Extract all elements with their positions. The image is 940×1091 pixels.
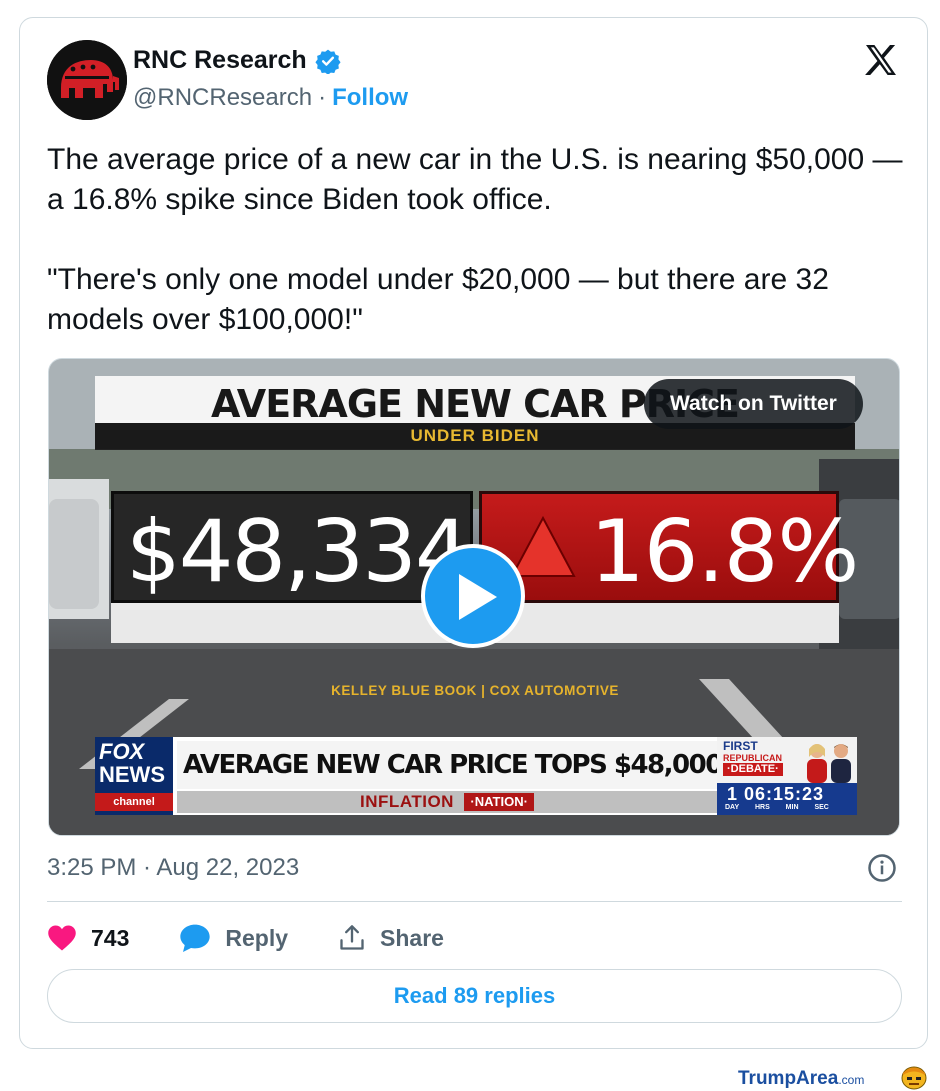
debate-line2: REPUBLICAN (723, 753, 783, 763)
author-row: RNC Research (133, 46, 341, 75)
reply-bubble-icon (180, 924, 211, 952)
reply-label: Reply (225, 924, 289, 951)
tweet-timestamp[interactable]: 3:25 PM · Aug 22, 2023 (47, 854, 299, 882)
fox-logo-line1: FOX (99, 739, 145, 764)
fox-logo-line3: channel (95, 793, 173, 811)
chyron-tag: INFLATION (360, 792, 454, 811)
site-watermark: TrumpArea.com (738, 1068, 864, 1090)
read-replies-button[interactable]: Read 89 replies (47, 969, 902, 1023)
news-chyron: FOX NEWS channel AVERAGE NEW CAR PRICE T… (95, 737, 857, 815)
video-source: KELLEY BLUE BOOK | COX AUTOMOTIVE (331, 683, 619, 698)
play-icon (459, 574, 497, 620)
fox-logo-line2: NEWS (99, 762, 165, 787)
verified-badge-icon (315, 49, 341, 74)
watermark-brand: TrumpArea (738, 1068, 839, 1089)
share-label: Share (380, 924, 444, 951)
heart-icon (48, 925, 76, 951)
countdown-units: DAY HRS MIN SEC (725, 804, 829, 811)
share-button[interactable]: Share (338, 924, 444, 952)
video-subtitle: UNDER BIDEN (410, 426, 540, 445)
watermark-face-icon (901, 1066, 927, 1090)
author-name[interactable]: RNC Research (133, 46, 307, 75)
tweet-paragraph: "There's only one model under $20,000 — … (47, 263, 829, 336)
fox-news-logo: FOX NEWS channel (95, 737, 173, 815)
like-count: 743 (91, 924, 130, 951)
video-player[interactable]: AVERAGE NEW CAR PRICE UNDER BIDEN $48,33… (48, 358, 900, 836)
handle-row: @RNCResearch · Follow (133, 84, 408, 112)
like-button[interactable]: 743 (47, 924, 129, 952)
debate-countdown: FIRST REPUBLICAN ·DEBATE· 1 06:15:23 DAY… (717, 737, 857, 815)
elephant-logo-icon (47, 40, 127, 120)
watch-on-twitter-button[interactable]: Watch on Twitter (644, 379, 863, 429)
up-triangle-icon (510, 516, 576, 577)
countdown-value: 1 06:15:23 (727, 784, 825, 804)
reply-button[interactable]: Reply (179, 923, 288, 953)
x-logo-icon[interactable] (863, 42, 899, 78)
anchors-image (807, 744, 851, 783)
tweet-card: RNC Research @RNCResearch · Follow The a… (19, 17, 928, 1049)
play-button[interactable] (421, 544, 525, 648)
timestamp-text: 3:25 PM · Aug 22, 2023 (47, 854, 300, 881)
percent-increase: 16.8% (590, 502, 859, 602)
watermark-suffix: .com (838, 1073, 865, 1087)
tweet-body: The average price of a new car in the U.… (47, 140, 907, 340)
follow-button[interactable]: Follow (332, 84, 408, 112)
divider (47, 901, 902, 902)
average-price: $48,334 (126, 502, 470, 602)
author-handle[interactable]: @RNCResearch (133, 84, 312, 112)
price-panel: $48,334 (111, 491, 473, 603)
debate-line1: FIRST (723, 739, 758, 753)
info-icon[interactable] (867, 853, 897, 883)
percent-panel: 16.8% (479, 491, 859, 603)
debate-line3: ·DEBATE· (723, 763, 783, 776)
share-icon (340, 925, 364, 950)
avatar[interactable] (47, 40, 127, 120)
chyron-tagline: INFLATION ·NATION· (177, 791, 717, 813)
handle-separator: · (318, 84, 327, 111)
countdown-timer: 1 06:15:23 DAY HRS MIN SEC (717, 783, 857, 815)
chyron-nation: ·NATION· (464, 793, 534, 811)
action-bar: 743 Reply Share (47, 918, 494, 958)
chyron-headline: AVERAGE NEW CAR PRICE TOPS $48,000 AMID … (177, 741, 717, 789)
tweet-paragraph: The average price of a new car in the U.… (47, 143, 903, 216)
